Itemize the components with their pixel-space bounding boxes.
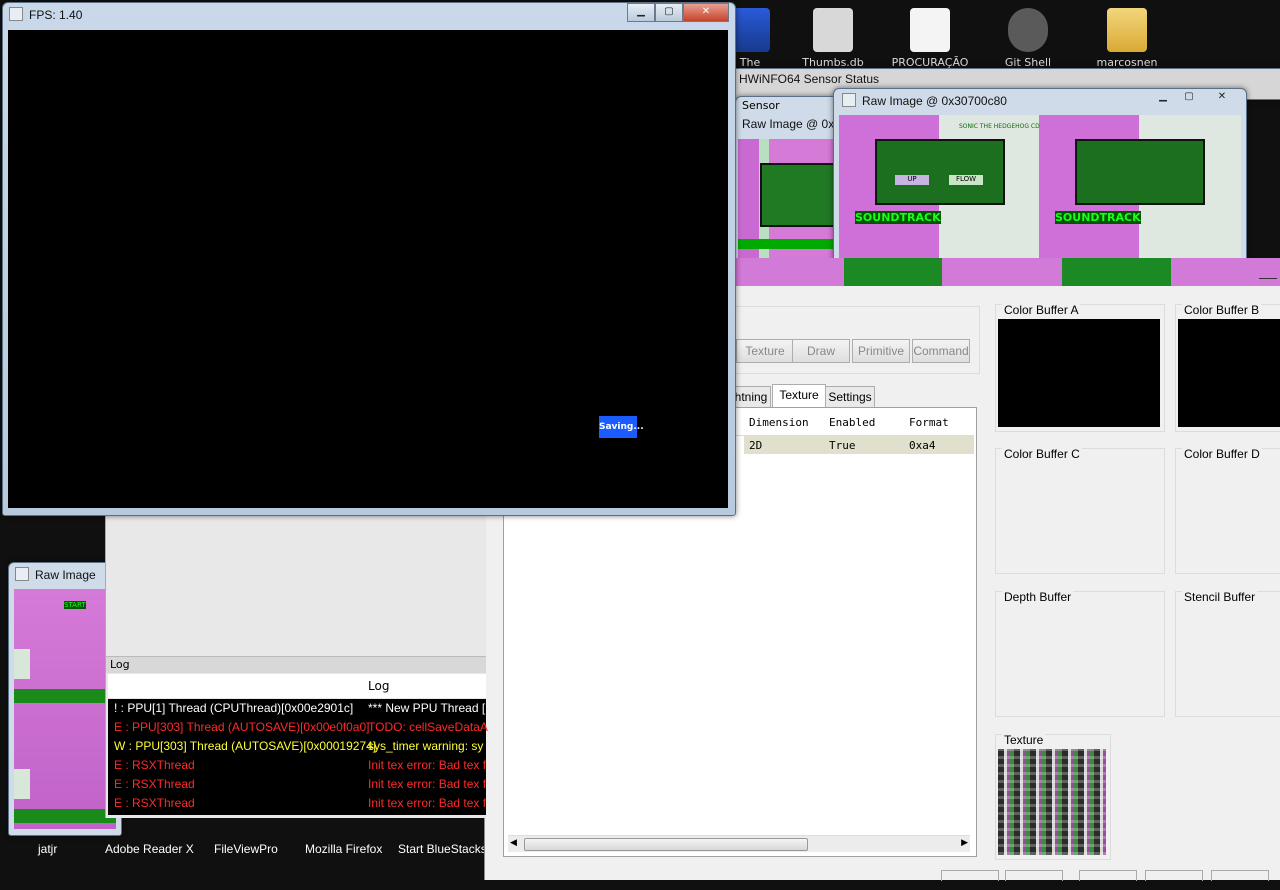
sonic-cd-caption: SONIC THE HEDGEHOG CD [959, 123, 1040, 130]
log-source: E : RSXThread [114, 796, 195, 810]
soundtrack-caption-right: SOUNDTRACK [1055, 211, 1141, 224]
log-column-label[interactable]: Log [368, 679, 389, 693]
close-button[interactable]: ✕ [1202, 89, 1242, 106]
bottom-button-3[interactable] [1079, 870, 1137, 881]
up-button-image: UP [895, 175, 929, 185]
log-message: TODO: cellSaveDataA [368, 720, 488, 734]
bottom-button-2[interactable] [1005, 870, 1063, 881]
primitive-button[interactable]: Primitive [852, 339, 910, 363]
log-source: E : RSXThread [114, 758, 195, 772]
scroll-left-icon[interactable]: ◀ [510, 838, 517, 848]
depth-buffer: Depth Buffer [995, 590, 1165, 717]
bottom-button-1[interactable] [941, 870, 999, 881]
taskbar-item-adobe[interactable]: Adobe Reader X [105, 842, 194, 856]
taskbar-item-firefox[interactable]: Mozilla Firefox [305, 842, 382, 856]
scroll-right-icon[interactable]: ▶ [961, 838, 968, 848]
raw-image-left-canvas: START [14, 589, 116, 829]
color-buffer-a-preview [998, 319, 1160, 427]
game-dialog-left: UP FLOW [875, 139, 1005, 205]
desktop-icon-procuracao[interactable]: PROCURAÇÃO [885, 8, 975, 69]
raw-image-canvas: UP FLOW SONIC THE HEDGEHOG CD SOUNDTRACK… [839, 115, 1241, 263]
window-icon [15, 567, 29, 581]
window-icon [9, 7, 23, 21]
desktop-icon-folder[interactable]: marcosnen [1082, 8, 1172, 69]
column-header-format[interactable]: Format [909, 416, 973, 429]
raw-image-left-title: Raw Image [15, 567, 96, 585]
log-source: ! : PPU[1] Thread (CPUThread)[0x00e2901c… [114, 701, 354, 715]
log-source: W : PPU[303] Thread (AUTOSAVE)[0x0001927… [114, 739, 377, 753]
taskbar-item-fileviewpro[interactable]: FileViewPro [214, 842, 278, 856]
column-header-dimension[interactable]: Dimension [749, 416, 829, 429]
color-buffer-b: Color Buffer B [1175, 303, 1280, 432]
desktop-icon-thumbs[interactable]: Thumbs.db [788, 8, 878, 69]
draw-button[interactable]: Draw [792, 339, 850, 363]
texture-button[interactable]: Texture [736, 339, 794, 363]
stencil-buffer: Stencil Buffer [1175, 590, 1280, 717]
color-buffer-a: Color Buffer A [995, 303, 1165, 432]
texture-preview [998, 749, 1106, 855]
soundtrack-caption-left: SOUNDTRACK [855, 211, 941, 224]
raw-image-window: Raw Image @ 0x30700c80 ▁ ▢ ✕ UP FLOW SON… [833, 88, 1247, 268]
tab-texture[interactable]: Texture [772, 384, 826, 408]
color-buffer-d: Color Buffer D [1175, 447, 1280, 574]
command-button[interactable]: Command [912, 339, 970, 363]
game-dialog [760, 163, 842, 227]
close-button[interactable]: ✕ [683, 3, 729, 22]
taskbar-item-bluestacks[interactable]: Start BlueStacks [398, 842, 487, 856]
log-message: *** New PPU Thread [ [368, 701, 486, 715]
flow-button-image: FLOW [949, 175, 983, 185]
cell-format: 0xa4 [909, 439, 936, 452]
game-dialog-right [1075, 139, 1205, 205]
log-message: Init tex error: Bad tex f [368, 758, 487, 772]
cell-enabled: True [829, 439, 856, 452]
maximize-button[interactable]: ▢ [1176, 89, 1202, 106]
column-header-enabled[interactable]: Enabled [829, 416, 909, 429]
sonic-icon [730, 8, 770, 52]
log-source: E : PPU[303] Thread (AUTOSAVE)[0x00e0f0a… [114, 720, 370, 734]
git-shell-icon [1008, 8, 1048, 52]
raw-image-back-title: Raw Image @ 0x [742, 117, 835, 131]
soundtrack-banner [738, 239, 842, 249]
desktop-icon-gitshell[interactable]: Git Shell [983, 8, 1073, 69]
log-title: Log [110, 658, 130, 671]
log-message: sys_timer warning: sy [368, 739, 484, 753]
color-buffer-b-preview [1178, 319, 1280, 427]
game-window-title: FPS: 1.40 [9, 7, 82, 25]
game-window: FPS: 1.40 ▁ ▢ ✕ Saving... [2, 2, 736, 516]
color-buffer-c: Color Buffer C [995, 447, 1165, 574]
log-container: Log Log ! : PPU[1] Thread (CPUThread)[0x… [105, 512, 488, 818]
table-row[interactable]: 2D True 0xa4 [744, 436, 974, 454]
minimize-button[interactable]: ▁ [627, 3, 655, 22]
log-column-header: Log [108, 674, 486, 698]
folder-icon [1107, 8, 1147, 52]
texture-buffer: Texture [995, 733, 1111, 860]
raw-image-title: Raw Image @ 0x30700c80 [842, 93, 1007, 111]
cell-dimension: 2D [749, 439, 763, 452]
horizontal-scrollbar[interactable]: ◀ ▶ [508, 835, 970, 852]
log-header: Log [106, 656, 486, 673]
bottom-button-5[interactable] [1211, 870, 1269, 881]
raw-image-window-back: Sensor Raw Image @ 0x [735, 96, 847, 268]
sensor-label: Sensor [742, 99, 780, 112]
raw-image-back-canvas [738, 139, 842, 263]
log-list: ! : PPU[1] Thread (CPUThread)[0x00e2901c… [108, 699, 488, 815]
gear-file-icon [813, 8, 853, 52]
taskbar-item-jatjr[interactable]: jatjr [38, 842, 57, 856]
minimize-button[interactable]: ▁ [1150, 89, 1176, 106]
texture-strip [735, 258, 1280, 286]
log-message: Init tex error: Bad tex f [368, 777, 487, 791]
saving-indicator: Saving... [599, 416, 644, 438]
tab-settings[interactable]: Settings [825, 386, 875, 408]
scroll-thumb[interactable] [524, 838, 808, 851]
window-icon [842, 93, 856, 107]
log-source: E : RSXThread [114, 777, 195, 791]
game-viewport[interactable]: Saving... [8, 30, 728, 508]
log-message: Init tex error: Bad tex f [368, 796, 487, 810]
bottom-button-4[interactable] [1145, 870, 1203, 881]
document-icon [910, 8, 950, 52]
start-label: START [64, 601, 86, 609]
debugger-minimize-button[interactable] [1259, 266, 1277, 279]
maximize-button[interactable]: ▢ [655, 3, 683, 22]
